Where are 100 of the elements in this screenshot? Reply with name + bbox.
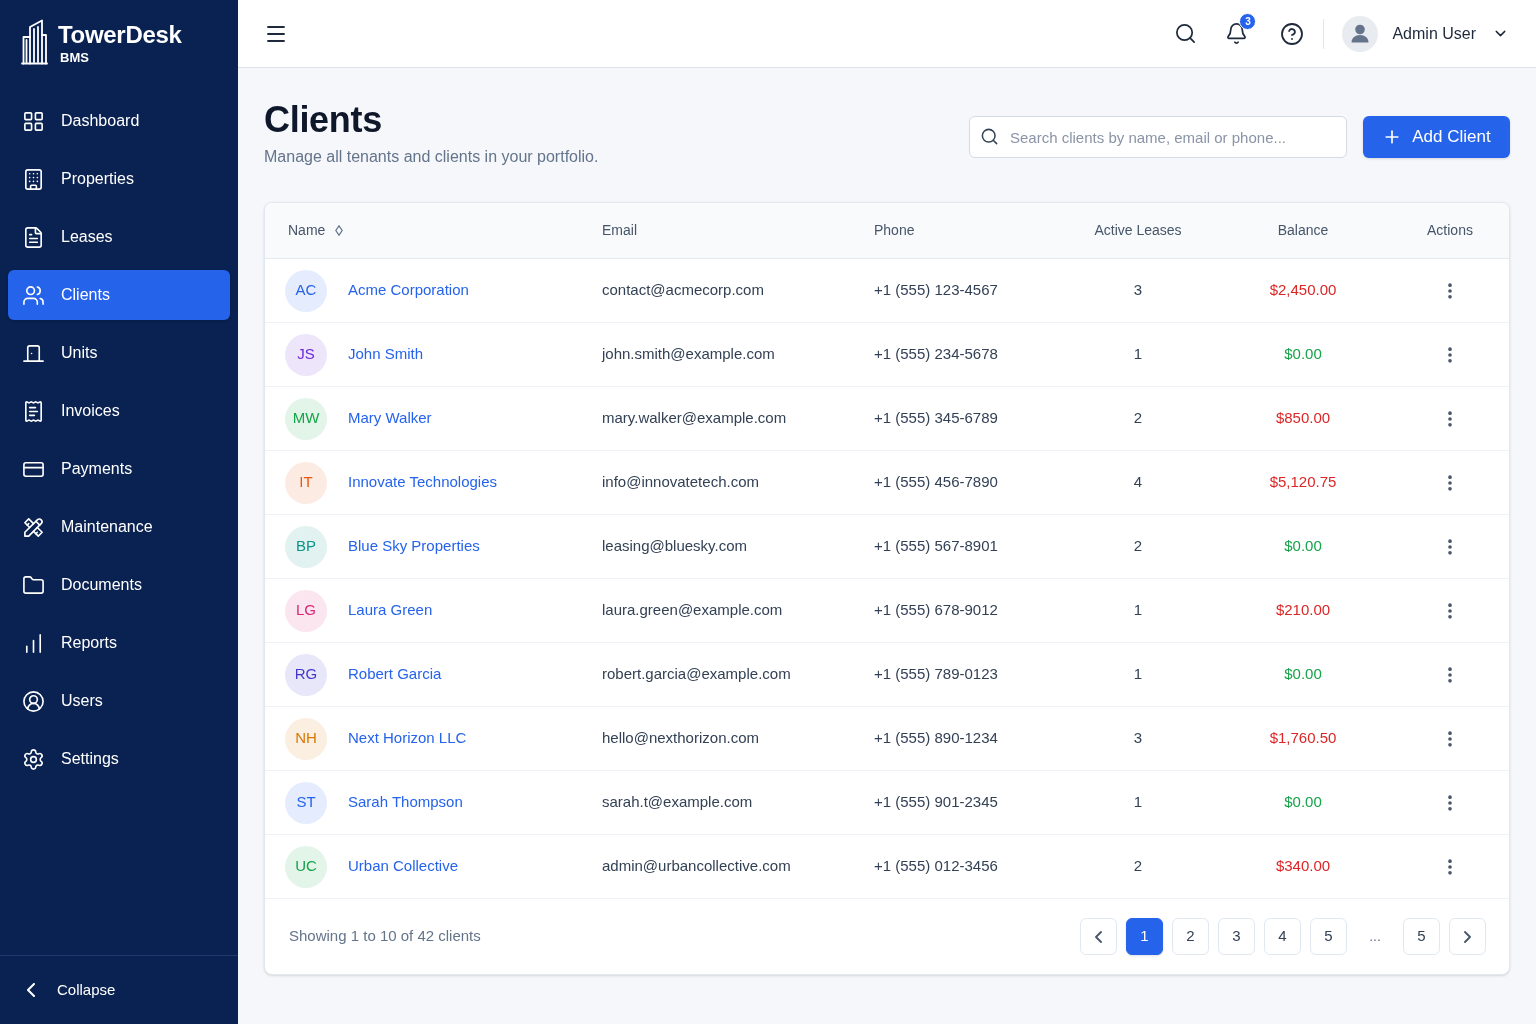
client-name-link[interactable]: Next Horizon LLC bbox=[348, 727, 467, 750]
building-icon bbox=[22, 167, 45, 191]
add-client-button[interactable]: Add Client bbox=[1363, 116, 1510, 158]
brand-subtitle: BMS bbox=[59, 50, 90, 66]
collapse-button[interactable]: Collapse bbox=[27, 978, 116, 1002]
phone-number: +1 (555) 123-4567 bbox=[874, 280, 999, 301]
balance-amount: $0.00 bbox=[1284, 792, 1322, 813]
phone-number: +1 (555) 567-8901 bbox=[874, 536, 999, 557]
page-subtitle: Manage all tenants and clients in your portfolio. bbox=[264, 147, 599, 167]
chevron-right-icon bbox=[1464, 930, 1471, 943]
client-name-link[interactable]: Acme Corporation bbox=[348, 279, 469, 302]
users-icon bbox=[22, 283, 45, 307]
email-text: leasing@bluesky.com bbox=[602, 536, 748, 557]
initials-avatar: NH bbox=[285, 717, 327, 760]
initials-avatar: BP bbox=[285, 525, 327, 568]
phone-number: +1 (555) 901-2345 bbox=[874, 792, 999, 813]
sidebar-item[interactable]: Properties bbox=[8, 154, 230, 204]
page-button[interactable]: 1 bbox=[1126, 918, 1163, 955]
sidebar-item[interactable]: Dashboard bbox=[8, 96, 230, 146]
client-name-link[interactable]: Sarah Thompson bbox=[348, 791, 463, 814]
client-name-link[interactable]: John Smith bbox=[348, 343, 424, 366]
balance-amount: $210.00 bbox=[1275, 600, 1331, 621]
client-name-link[interactable]: Blue Sky Properties bbox=[348, 535, 480, 558]
sidebar-item[interactable]: Payments bbox=[8, 444, 230, 494]
pagination-ellipsis: ... bbox=[1368, 927, 1382, 946]
column-heading: Actions bbox=[1427, 221, 1473, 240]
phone-number: +1 (555) 345-6789 bbox=[874, 408, 999, 429]
client-name-link[interactable]: Mary Walker bbox=[348, 407, 432, 430]
email-text: robert.garcia@example.com bbox=[602, 664, 792, 685]
client-name-link[interactable]: Innovate Technologies bbox=[348, 471, 497, 494]
sidebar-item[interactable]: Units bbox=[8, 328, 230, 378]
initials-avatar: AC bbox=[285, 269, 327, 312]
email-text: sarah.t@example.com bbox=[602, 792, 754, 813]
folder-icon bbox=[22, 573, 45, 597]
user-name: Admin User bbox=[1392, 23, 1476, 44]
phone-number: +1 (555) 678-9012 bbox=[874, 600, 999, 621]
brand-name: TowerDesk bbox=[58, 21, 182, 49]
balance-amount: $850.00 bbox=[1275, 408, 1331, 429]
lease-count: 1 bbox=[1133, 792, 1143, 813]
phone-number: +1 (555) 012-3456 bbox=[874, 856, 999, 877]
phone-number: +1 (555) 789-0123 bbox=[874, 664, 999, 685]
sidebar-item[interactable]: Settings bbox=[8, 734, 230, 784]
email-text: admin@urbancollective.com bbox=[602, 856, 792, 877]
page-button[interactable]: 4 bbox=[1264, 918, 1301, 955]
sidebar-item[interactable]: Maintenance bbox=[8, 502, 230, 552]
grid-icon bbox=[22, 109, 45, 133]
sidebar-item[interactable]: Clients bbox=[8, 270, 230, 320]
previous-page-button[interactable] bbox=[1080, 918, 1117, 955]
sidebar-item[interactable]: Leases bbox=[8, 212, 230, 262]
balance-amount: $340.00 bbox=[1275, 856, 1331, 877]
sort-icon[interactable] bbox=[335, 225, 344, 236]
balance-amount: $2,450.00 bbox=[1269, 280, 1337, 301]
lease-count: 1 bbox=[1133, 600, 1143, 621]
client-name-link[interactable]: Laura Green bbox=[348, 599, 433, 622]
initials-avatar: LG bbox=[285, 589, 327, 632]
sidebar-item[interactable]: Documents bbox=[8, 560, 230, 610]
client-name-link[interactable]: Robert Garcia bbox=[348, 663, 442, 686]
balance-amount: $0.00 bbox=[1284, 536, 1322, 557]
lease-count: 4 bbox=[1133, 472, 1143, 493]
sidebar-item[interactable]: Reports bbox=[8, 618, 230, 668]
column-heading: Balance bbox=[1277, 221, 1329, 240]
document-icon bbox=[22, 225, 45, 249]
lease-count: 2 bbox=[1133, 408, 1143, 429]
sidebar-item[interactable]: Users bbox=[8, 676, 230, 726]
column-heading: Email bbox=[602, 221, 637, 240]
search-icon[interactable] bbox=[1174, 22, 1198, 45]
phone-number: +1 (555) 456-7890 bbox=[874, 472, 999, 493]
balance-amount: $0.00 bbox=[1284, 664, 1322, 685]
page-button[interactable]: 5 bbox=[1403, 918, 1440, 955]
receipt-icon bbox=[22, 399, 45, 423]
lease-count: 3 bbox=[1133, 728, 1143, 749]
balance-amount: $1,760.50 bbox=[1269, 728, 1337, 749]
next-page-button[interactable] bbox=[1449, 918, 1486, 955]
initials-avatar: IT bbox=[285, 461, 327, 504]
chevron-left-icon bbox=[1095, 930, 1102, 943]
chevron-left-icon bbox=[27, 983, 35, 997]
lease-count: 1 bbox=[1133, 344, 1143, 365]
help-icon[interactable] bbox=[1280, 21, 1305, 46]
client-name-link[interactable]: Urban Collective bbox=[348, 855, 459, 878]
page-button[interactable]: 5 bbox=[1310, 918, 1347, 955]
page-button[interactable]: 2 bbox=[1172, 918, 1209, 955]
sidebar-item[interactable]: Invoices bbox=[8, 386, 230, 436]
email-text: laura.green@example.com bbox=[602, 600, 784, 621]
tools-icon bbox=[22, 515, 45, 539]
search-icon bbox=[980, 127, 999, 146]
lease-count: 3 bbox=[1133, 280, 1143, 301]
email-text: mary.walker@example.com bbox=[602, 408, 788, 429]
search-field[interactable]: Search clients by name, email or phone... bbox=[969, 116, 1347, 158]
user-circle-icon bbox=[22, 689, 45, 713]
lease-count: 2 bbox=[1133, 856, 1143, 877]
email-text: info@innovatetech.com bbox=[602, 472, 760, 493]
column-heading: Active Leases bbox=[1094, 221, 1182, 240]
column-heading: Phone bbox=[874, 221, 915, 240]
page-button[interactable]: 3 bbox=[1218, 918, 1255, 955]
results-summary: Showing 1 to 10 of 42 clients bbox=[289, 926, 481, 947]
user-avatar-icon[interactable] bbox=[1342, 15, 1379, 52]
email-text: contact@acmecorp.com bbox=[602, 280, 765, 301]
email-text: john.smith@example.com bbox=[602, 344, 776, 365]
initials-avatar: RG bbox=[285, 653, 327, 696]
balance-amount: $0.00 bbox=[1284, 344, 1322, 365]
